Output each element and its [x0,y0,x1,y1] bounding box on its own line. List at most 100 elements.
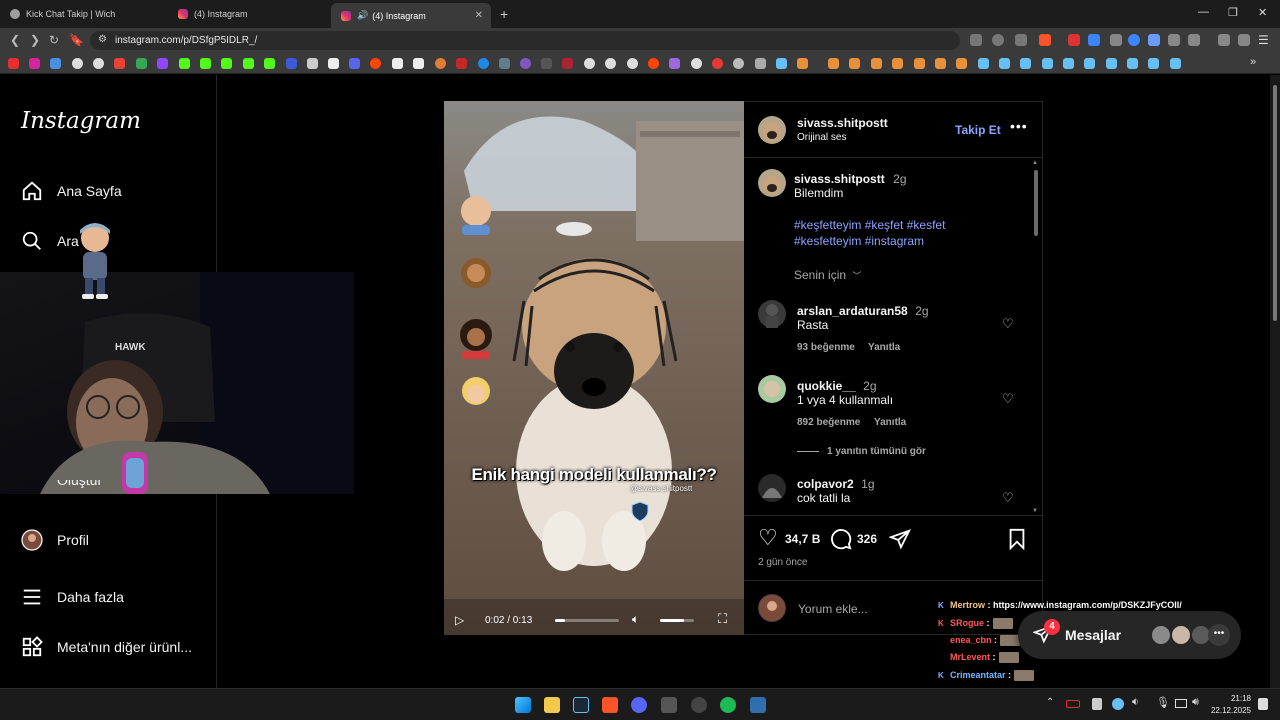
nav-profile[interactable]: Profil [20,528,89,552]
commenter-avatar[interactable] [758,375,786,403]
downloads-icon[interactable] [1218,34,1230,46]
bookmark-icon[interactable] [648,58,659,69]
bookmark-icon[interactable] [562,58,573,69]
comments-scrollbar[interactable]: ▲ ▼ [1032,160,1040,514]
bookmark-icon[interactable] [691,58,702,69]
extension-icon[interactable] [1110,34,1122,46]
close-window-button[interactable]: ✕ [1258,6,1267,19]
nav-home[interactable]: Ana Sayfa [20,179,122,203]
commenter-avatar[interactable] [758,300,786,328]
author-avatar[interactable] [758,116,786,144]
messages-button[interactable]: 4 Mesajlar ••• [1018,611,1241,659]
volume-slider[interactable] [660,619,694,622]
post-video[interactable]: Enik hangi modeli kullanmalı?? @sivass.s… [444,101,744,635]
bookmark-steam-icon[interactable] [1084,58,1095,69]
reload-button[interactable]: ↻ [49,33,59,47]
bookmark-icon[interactable] [392,58,403,69]
cast-icon[interactable] [970,34,982,46]
share-icon[interactable] [888,528,911,555]
bookmark-icon[interactable] [797,58,808,69]
bookmark-icon[interactable] [849,58,860,69]
save-icon[interactable] [1007,528,1027,555]
reply-button[interactable]: Yanıtla [874,417,906,428]
reply-button[interactable]: Yanıtla [868,342,900,353]
bookmark-icon[interactable] [733,58,744,69]
bookmark-steam-icon[interactable] [1020,58,1031,69]
bookmark-steam-icon[interactable] [1148,58,1159,69]
bookmark-kick-icon[interactable] [179,58,190,69]
clock-date[interactable]: 22.12.2025 [1205,706,1251,715]
spotify-icon[interactable] [720,697,736,713]
tray-network-icon[interactable] [1175,699,1187,708]
like-comment-icon[interactable]: ♡ [1002,490,1014,506]
bookmark-icon[interactable] [871,58,882,69]
bookmark-icon[interactable] [712,58,723,69]
tab-instagram-active[interactable]: 🔊 (4) Instagram ✕ [331,3,491,28]
bookmark-icon[interactable] [93,58,104,69]
bookmark-icon[interactable] [72,58,83,69]
bookmark-steam-icon[interactable] [1042,58,1053,69]
speaker-icon[interactable]: 🔊 [357,10,368,21]
more-options-icon[interactable]: ••• [1010,118,1028,134]
bookmark-steam-icon[interactable] [1127,58,1138,69]
zoom-icon[interactable] [992,34,1004,46]
bookmark-steam-icon[interactable] [1170,58,1181,69]
bookmark-steam-icon[interactable] [1063,58,1074,69]
app-icon[interactable] [750,697,766,713]
author-username[interactable]: sivass.shitpostt [797,116,888,130]
file-explorer-icon[interactable] [544,697,560,713]
back-button[interactable]: ❮ [10,33,20,47]
share-icon[interactable] [1015,34,1027,46]
bookmark-icon[interactable] [478,58,489,69]
bookmark-icon[interactable] [627,58,638,69]
bookmark-icon[interactable] [50,58,61,69]
hashtags-line-2[interactable]: #kesfetteyim #instagram [794,234,924,248]
audio-label[interactable]: Orijinal ses [797,132,846,143]
bookmark-icon[interactable] [456,58,467,69]
bookmark-icon[interactable] [935,58,946,69]
close-tab-icon[interactable]: ✕ [475,10,483,21]
bookmark-steam-icon[interactable] [999,58,1010,69]
extensions-puzzle-icon[interactable] [1168,34,1180,46]
extension-icon[interactable] [1148,34,1160,46]
view-replies[interactable]: 1 yanıtın tümünü gör [797,446,926,457]
bookmark-twitch-icon[interactable] [157,58,168,69]
tray-overflow-icon[interactable]: ⌃ [1046,697,1054,708]
steam-icon[interactable] [573,697,589,713]
more-bookmarks-icon[interactable]: » [1250,56,1256,68]
bookmark-x-icon[interactable] [328,58,339,69]
nav-create[interactable]: Oluştur [20,480,102,494]
bookmark-icon[interactable] [956,58,967,69]
like-comment-icon[interactable]: ♡ [1002,391,1014,407]
url-field[interactable]: ⚙ instagram.com/p/DSfgP5IDLR_/ [90,31,960,50]
bookmark-drive-icon[interactable] [136,58,147,69]
comment-count[interactable]: 326 [857,532,877,546]
bookmark-kick-icon[interactable] [221,58,232,69]
new-tab-button[interactable]: + [500,6,508,22]
bookmark-kick-icon[interactable] [243,58,254,69]
brave-shield-icon[interactable] [1039,34,1051,46]
minimize-button[interactable]: — [1198,6,1209,18]
sidebar-toggle-icon[interactable] [1188,34,1200,46]
tab-instagram[interactable]: (4) Instagram [168,3,330,25]
like-icon[interactable]: ♡ [758,526,778,550]
nav-meta-apps[interactable]: Meta'nın diğer ürünl... [20,635,192,659]
bookmark-icon[interactable] [914,58,925,69]
tray-speaker-icon[interactable]: 🔊︎ [1192,696,1199,709]
folder-icon[interactable] [755,58,766,69]
tray-volume-icon[interactable]: 🔉︎ [1132,696,1139,709]
bookmark-icon[interactable] [669,58,680,69]
comment-username[interactable]: colpavor2 [797,477,854,491]
obs-icon[interactable] [691,697,707,713]
bookmark-icon[interactable]: 🔖 [69,33,84,47]
bookmark-youtube-icon[interactable] [8,58,19,69]
follow-button[interactable]: Takip Et [955,123,1001,137]
bookmark-icon[interactable] [828,58,839,69]
bookmark-steam-icon[interactable] [1106,58,1117,69]
bookmark-kick-icon[interactable] [200,58,211,69]
maximize-button[interactable]: ❐ [1228,6,1238,19]
comment-username[interactable]: arslan_ardaturan58 [797,304,908,318]
bookmark-icon[interactable] [584,58,595,69]
tray-icon[interactable] [1092,698,1102,710]
menu-icon[interactable]: ☰ [1258,33,1269,47]
